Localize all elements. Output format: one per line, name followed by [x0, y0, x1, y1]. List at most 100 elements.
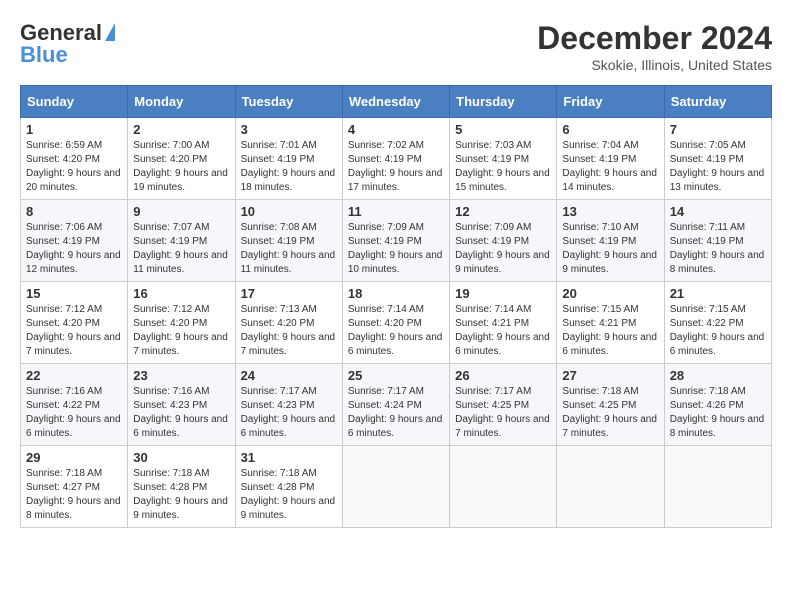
calendar-day-cell: 27 Sunrise: 7:18 AM Sunset: 4:25 PM Dayl…	[557, 364, 664, 446]
day-info: Sunrise: 7:17 AM Sunset: 4:24 PM Dayligh…	[348, 385, 444, 441]
day-number: 18	[348, 286, 444, 301]
day-info: Sunrise: 7:13 AM Sunset: 4:20 PM Dayligh…	[241, 303, 337, 359]
logo-triangle-icon	[105, 23, 115, 41]
day-number: 12	[455, 204, 551, 219]
calendar-day-cell: 31 Sunrise: 7:18 AM Sunset: 4:28 PM Dayl…	[235, 446, 342, 528]
col-thursday: Thursday	[450, 86, 557, 118]
calendar-day-cell: 8 Sunrise: 7:06 AM Sunset: 4:19 PM Dayli…	[21, 200, 128, 282]
calendar-day-cell: 16 Sunrise: 7:12 AM Sunset: 4:20 PM Dayl…	[128, 282, 235, 364]
day-number: 21	[670, 286, 766, 301]
day-info: Sunrise: 7:05 AM Sunset: 4:19 PM Dayligh…	[670, 139, 766, 195]
day-number: 7	[670, 122, 766, 137]
calendar-day-cell: 26 Sunrise: 7:17 AM Sunset: 4:25 PM Dayl…	[450, 364, 557, 446]
day-info: Sunrise: 7:16 AM Sunset: 4:23 PM Dayligh…	[133, 385, 229, 441]
calendar-day-cell: 12 Sunrise: 7:09 AM Sunset: 4:19 PM Dayl…	[450, 200, 557, 282]
day-number: 11	[348, 204, 444, 219]
calendar-day-cell: 6 Sunrise: 7:04 AM Sunset: 4:19 PM Dayli…	[557, 118, 664, 200]
day-info: Sunrise: 7:17 AM Sunset: 4:23 PM Dayligh…	[241, 385, 337, 441]
calendar-day-cell: 2 Sunrise: 7:00 AM Sunset: 4:20 PM Dayli…	[128, 118, 235, 200]
day-info: Sunrise: 7:17 AM Sunset: 4:25 PM Dayligh…	[455, 385, 551, 441]
day-number: 29	[26, 450, 122, 465]
calendar-day-cell: 14 Sunrise: 7:11 AM Sunset: 4:19 PM Dayl…	[664, 200, 771, 282]
day-number: 13	[562, 204, 658, 219]
day-info: Sunrise: 7:14 AM Sunset: 4:20 PM Dayligh…	[348, 303, 444, 359]
day-info: Sunrise: 7:00 AM Sunset: 4:20 PM Dayligh…	[133, 139, 229, 195]
day-number: 14	[670, 204, 766, 219]
calendar-day-cell: 11 Sunrise: 7:09 AM Sunset: 4:19 PM Dayl…	[342, 200, 449, 282]
calendar-day-cell: 30 Sunrise: 7:18 AM Sunset: 4:28 PM Dayl…	[128, 446, 235, 528]
calendar-day-cell: 10 Sunrise: 7:08 AM Sunset: 4:19 PM Dayl…	[235, 200, 342, 282]
day-info: Sunrise: 7:18 AM Sunset: 4:25 PM Dayligh…	[562, 385, 658, 441]
calendar-day-cell: 24 Sunrise: 7:17 AM Sunset: 4:23 PM Dayl…	[235, 364, 342, 446]
col-monday: Monday	[128, 86, 235, 118]
calendar-week-1: 1 Sunrise: 6:59 AM Sunset: 4:20 PM Dayli…	[21, 118, 772, 200]
day-number: 20	[562, 286, 658, 301]
day-number: 19	[455, 286, 551, 301]
col-sunday: Sunday	[21, 86, 128, 118]
day-number: 25	[348, 368, 444, 383]
day-number: 1	[26, 122, 122, 137]
day-number: 17	[241, 286, 337, 301]
day-number: 9	[133, 204, 229, 219]
calendar-day-cell: 28 Sunrise: 7:18 AM Sunset: 4:26 PM Dayl…	[664, 364, 771, 446]
day-info: Sunrise: 7:18 AM Sunset: 4:26 PM Dayligh…	[670, 385, 766, 441]
day-number: 31	[241, 450, 337, 465]
day-info: Sunrise: 7:09 AM Sunset: 4:19 PM Dayligh…	[455, 221, 551, 277]
calendar-day-cell: 3 Sunrise: 7:01 AM Sunset: 4:19 PM Dayli…	[235, 118, 342, 200]
calendar-day-cell	[557, 446, 664, 528]
calendar-day-cell: 15 Sunrise: 7:12 AM Sunset: 4:20 PM Dayl…	[21, 282, 128, 364]
col-tuesday: Tuesday	[235, 86, 342, 118]
day-info: Sunrise: 7:04 AM Sunset: 4:19 PM Dayligh…	[562, 139, 658, 195]
day-number: 8	[26, 204, 122, 219]
day-info: Sunrise: 7:18 AM Sunset: 4:27 PM Dayligh…	[26, 467, 122, 523]
calendar-day-cell: 29 Sunrise: 7:18 AM Sunset: 4:27 PM Dayl…	[21, 446, 128, 528]
calendar-table: Sunday Monday Tuesday Wednesday Thursday…	[20, 85, 772, 528]
day-info: Sunrise: 6:59 AM Sunset: 4:20 PM Dayligh…	[26, 139, 122, 195]
calendar-week-2: 8 Sunrise: 7:06 AM Sunset: 4:19 PM Dayli…	[21, 200, 772, 282]
day-number: 26	[455, 368, 551, 383]
day-info: Sunrise: 7:12 AM Sunset: 4:20 PM Dayligh…	[26, 303, 122, 359]
day-info: Sunrise: 7:08 AM Sunset: 4:19 PM Dayligh…	[241, 221, 337, 277]
day-number: 10	[241, 204, 337, 219]
day-number: 28	[670, 368, 766, 383]
calendar-day-cell: 18 Sunrise: 7:14 AM Sunset: 4:20 PM Dayl…	[342, 282, 449, 364]
col-friday: Friday	[557, 86, 664, 118]
day-number: 3	[241, 122, 337, 137]
day-info: Sunrise: 7:12 AM Sunset: 4:20 PM Dayligh…	[133, 303, 229, 359]
calendar-day-cell: 13 Sunrise: 7:10 AM Sunset: 4:19 PM Dayl…	[557, 200, 664, 282]
calendar-day-cell: 17 Sunrise: 7:13 AM Sunset: 4:20 PM Dayl…	[235, 282, 342, 364]
page-header: General Blue December 2024 Skokie, Illin…	[20, 20, 772, 73]
day-info: Sunrise: 7:18 AM Sunset: 4:28 PM Dayligh…	[133, 467, 229, 523]
day-number: 22	[26, 368, 122, 383]
day-info: Sunrise: 7:01 AM Sunset: 4:19 PM Dayligh…	[241, 139, 337, 195]
day-number: 27	[562, 368, 658, 383]
day-info: Sunrise: 7:15 AM Sunset: 4:21 PM Dayligh…	[562, 303, 658, 359]
calendar-day-cell: 21 Sunrise: 7:15 AM Sunset: 4:22 PM Dayl…	[664, 282, 771, 364]
calendar-day-cell	[342, 446, 449, 528]
day-number: 24	[241, 368, 337, 383]
calendar-day-cell: 7 Sunrise: 7:05 AM Sunset: 4:19 PM Dayli…	[664, 118, 771, 200]
calendar-day-cell	[450, 446, 557, 528]
calendar-day-cell: 22 Sunrise: 7:16 AM Sunset: 4:22 PM Dayl…	[21, 364, 128, 446]
calendar-day-cell: 25 Sunrise: 7:17 AM Sunset: 4:24 PM Dayl…	[342, 364, 449, 446]
day-info: Sunrise: 7:15 AM Sunset: 4:22 PM Dayligh…	[670, 303, 766, 359]
day-info: Sunrise: 7:14 AM Sunset: 4:21 PM Dayligh…	[455, 303, 551, 359]
col-wednesday: Wednesday	[342, 86, 449, 118]
col-saturday: Saturday	[664, 86, 771, 118]
calendar-day-cell: 23 Sunrise: 7:16 AM Sunset: 4:23 PM Dayl…	[128, 364, 235, 446]
calendar-day-cell: 4 Sunrise: 7:02 AM Sunset: 4:19 PM Dayli…	[342, 118, 449, 200]
day-info: Sunrise: 7:09 AM Sunset: 4:19 PM Dayligh…	[348, 221, 444, 277]
calendar-week-4: 22 Sunrise: 7:16 AM Sunset: 4:22 PM Dayl…	[21, 364, 772, 446]
day-number: 30	[133, 450, 229, 465]
location-subtitle: Skokie, Illinois, United States	[537, 57, 772, 73]
calendar-day-cell	[664, 446, 771, 528]
day-number: 5	[455, 122, 551, 137]
day-info: Sunrise: 7:18 AM Sunset: 4:28 PM Dayligh…	[241, 467, 337, 523]
day-number: 16	[133, 286, 229, 301]
calendar-day-cell: 9 Sunrise: 7:07 AM Sunset: 4:19 PM Dayli…	[128, 200, 235, 282]
day-info: Sunrise: 7:06 AM Sunset: 4:19 PM Dayligh…	[26, 221, 122, 277]
day-info: Sunrise: 7:07 AM Sunset: 4:19 PM Dayligh…	[133, 221, 229, 277]
calendar-day-cell: 19 Sunrise: 7:14 AM Sunset: 4:21 PM Dayl…	[450, 282, 557, 364]
calendar-week-3: 15 Sunrise: 7:12 AM Sunset: 4:20 PM Dayl…	[21, 282, 772, 364]
title-area: December 2024 Skokie, Illinois, United S…	[537, 20, 772, 73]
